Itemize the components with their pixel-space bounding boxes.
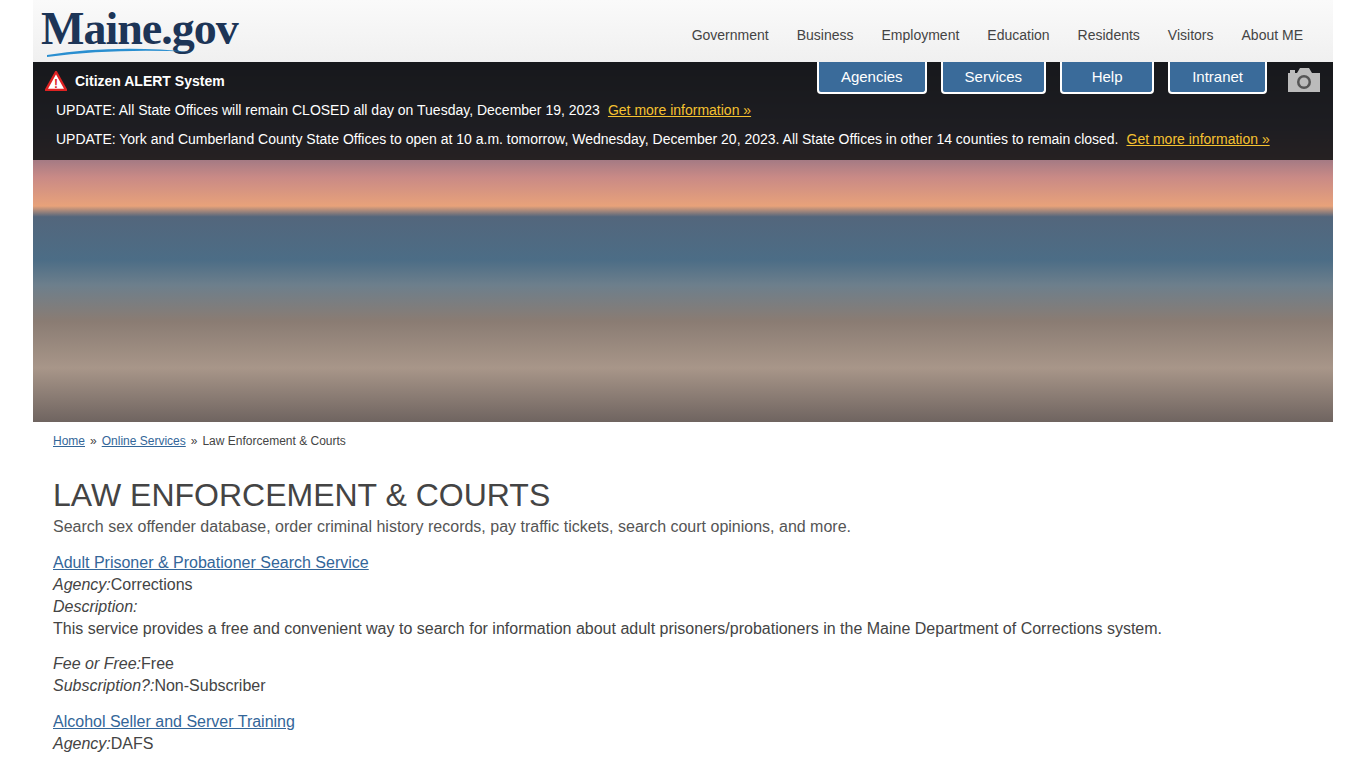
logo[interactable]: Maine.gov [41, 6, 238, 58]
nav-item[interactable]: Employment [854, 27, 960, 43]
field-label: Agency: [53, 576, 111, 593]
field-value: This service provides a free and conveni… [53, 620, 1162, 637]
service-field: Description: [53, 596, 1313, 618]
container: Maine.gov GovernmentBusinessEmploymentEdu… [33, 0, 1333, 768]
quick-button[interactable]: Help [1060, 62, 1154, 94]
nav-item[interactable]: About ME [1214, 27, 1303, 43]
page-description: Search sex offender database, order crim… [53, 518, 1313, 536]
breadcrumb-separator: » [191, 434, 198, 448]
nav-item[interactable]: Residents [1050, 27, 1140, 43]
alert-link[interactable]: Get more information » [608, 102, 751, 118]
alert-title: Citizen ALERT System [75, 73, 225, 89]
breadcrumb-link[interactable]: Home [53, 434, 85, 448]
nav-item[interactable]: Education [959, 27, 1049, 43]
field-value: Free [141, 655, 174, 672]
service-field-group: Fee or Free:FreeSubscription?:Non-Subscr… [53, 653, 1313, 697]
svg-text:!: ! [54, 77, 58, 91]
field-label: Agency: [53, 735, 111, 752]
field-label: Description: [53, 598, 137, 615]
quick-button[interactable]: Intranet [1168, 62, 1267, 94]
alert-link[interactable]: Get more information » [1127, 131, 1270, 147]
field-value: Corrections [111, 576, 193, 593]
service-item: Adult Prisoner & Probationer Search Serv… [53, 552, 1313, 697]
service-field-group: Agency:DAFS [53, 733, 1313, 755]
breadcrumb: Home » Online Services » Law Enforcement & C… [53, 434, 1313, 448]
quick-button[interactable]: Services [941, 62, 1047, 94]
warning-icon: ! [45, 71, 67, 91]
service-field: Agency:DAFS [53, 733, 1313, 755]
field-label: Fee or Free: [53, 655, 141, 672]
logo-text[interactable]: Maine.gov [41, 6, 238, 52]
alert-update: UPDATE: York and Cumberland County State… [45, 128, 1321, 150]
hero-photo: ! Citizen ALERT System UPDATE: All State O… [33, 62, 1333, 422]
breadcrumb-separator: » [90, 434, 97, 448]
service-link[interactable]: Alcohol Seller and Server Training [53, 713, 295, 730]
service-field: Subscription?:Non-Subscriber [53, 675, 1313, 697]
field-value: Non-Subscriber [154, 677, 265, 694]
field-value: DAFS [111, 735, 154, 752]
nav-item[interactable]: Government [664, 27, 769, 43]
main-content: Home » Online Services » Law Enforcement & C… [33, 422, 1333, 768]
alert-text: UPDATE: All State Offices will remain CL… [56, 102, 600, 118]
site-header: Maine.gov GovernmentBusinessEmploymentEdu… [33, 0, 1333, 62]
service-item: Alcohol Seller and Server Training Agency… [53, 711, 1313, 755]
camera-icon[interactable] [1285, 66, 1323, 94]
quick-button[interactable]: Agencies [817, 62, 927, 94]
service-field: Agency:Corrections [53, 574, 1313, 596]
swoosh-icon [45, 46, 195, 58]
breadcrumb-link[interactable]: Online Services [102, 434, 186, 448]
alert-update: UPDATE: All State Offices will remain CL… [45, 99, 1321, 121]
quick-buttons: Agencies Services Help Intranet [817, 62, 1323, 94]
main-nav: GovernmentBusinessEmploymentEducationRes… [664, 27, 1303, 43]
breadcrumb-current: Law Enforcement & Courts [202, 434, 345, 448]
field-label: Subscription?: [53, 677, 154, 694]
service-field: Fee or Free:Free [53, 653, 1313, 675]
service-link[interactable]: Adult Prisoner & Probationer Search Serv… [53, 554, 369, 571]
service-field: This service provides a free and conveni… [53, 618, 1313, 640]
service-field-group: Agency:Corrections Description: This servi… [53, 574, 1313, 640]
page: Maine.gov GovernmentBusinessEmploymentEdu… [0, 0, 1366, 768]
nav-item[interactable]: Business [769, 27, 854, 43]
alert-text: UPDATE: York and Cumberland County State… [56, 131, 1119, 147]
page-title: LAW ENFORCEMENT & COURTS [53, 476, 1313, 514]
nav-item[interactable]: Visitors [1140, 27, 1214, 43]
